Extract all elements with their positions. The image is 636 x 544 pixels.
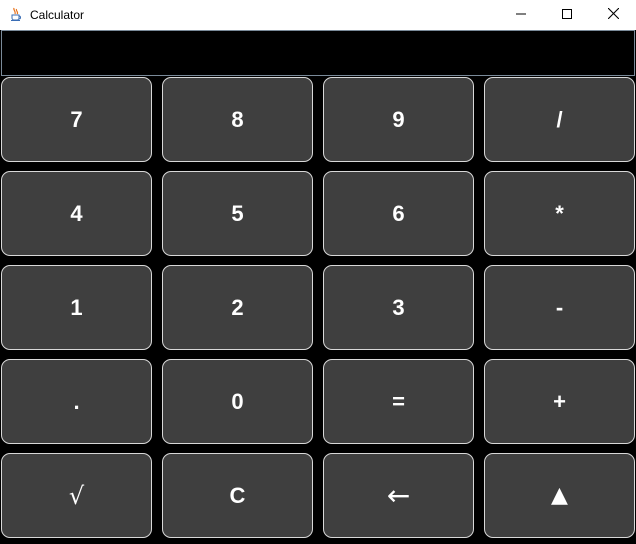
backspace-arrow-icon: ← — [386, 478, 411, 512]
clear-button[interactable]: C — [162, 453, 313, 538]
keypad: 7 8 9 / 4 5 6 * 1 2 3 - . 0 = + √ C ← ▲ — [0, 76, 636, 544]
key-label: 2 — [231, 294, 244, 320]
title-bar[interactable]: Calculator — [0, 0, 636, 30]
key-label: 1 — [70, 294, 83, 320]
maximize-icon — [562, 6, 572, 24]
key-label: 9 — [392, 106, 405, 132]
minimize-icon — [516, 6, 526, 24]
key-5[interactable]: 5 — [162, 171, 313, 256]
key-label: C — [229, 482, 246, 508]
backspace-button[interactable]: ← — [323, 453, 474, 538]
divide-button[interactable]: / — [484, 77, 635, 162]
key-3[interactable]: 3 — [323, 265, 474, 350]
key-label: 8 — [231, 106, 244, 132]
key-0[interactable]: 0 — [162, 359, 313, 444]
multiply-button[interactable]: * — [484, 171, 635, 256]
key-9[interactable]: 9 — [323, 77, 474, 162]
key-2[interactable]: 2 — [162, 265, 313, 350]
up-triangle-icon: ▲ — [551, 482, 568, 508]
window-title: Calculator — [30, 8, 85, 22]
key-label: * — [555, 200, 564, 226]
key-label: 4 — [70, 200, 83, 226]
key-1[interactable]: 1 — [1, 265, 152, 350]
key-label: 6 — [392, 200, 405, 226]
key-label: √ — [68, 481, 85, 510]
equals-button[interactable]: = — [323, 359, 474, 444]
key-7[interactable]: 7 — [1, 77, 152, 162]
key-label: 5 — [231, 200, 244, 226]
key-label: + — [553, 388, 566, 414]
key-8[interactable]: 8 — [162, 77, 313, 162]
maximize-button[interactable] — [544, 0, 590, 30]
key-label: 7 — [70, 106, 83, 132]
key-label: 3 — [392, 294, 405, 320]
key-label: - — [555, 294, 564, 320]
key-6[interactable]: 6 — [323, 171, 474, 256]
calculator-display — [1, 30, 635, 76]
key-label: 0 — [231, 388, 244, 414]
minimize-button[interactable] — [498, 0, 544, 30]
key-label: / — [556, 106, 563, 132]
subtract-button[interactable]: - — [484, 265, 635, 350]
key-4[interactable]: 4 — [1, 171, 152, 256]
key-label: . — [73, 388, 80, 414]
calculator-window: Calculator 7 8 9 / 4 5 6 * 1 2 3 - . 0 =… — [0, 0, 636, 544]
decimal-button[interactable]: . — [1, 359, 152, 444]
close-button[interactable] — [590, 0, 636, 30]
key-label: = — [392, 388, 405, 414]
add-button[interactable]: + — [484, 359, 635, 444]
close-icon — [607, 6, 619, 24]
power-button[interactable]: ▲ — [484, 453, 635, 538]
java-cup-icon — [8, 6, 24, 22]
square-root-button[interactable]: √ — [1, 453, 152, 538]
